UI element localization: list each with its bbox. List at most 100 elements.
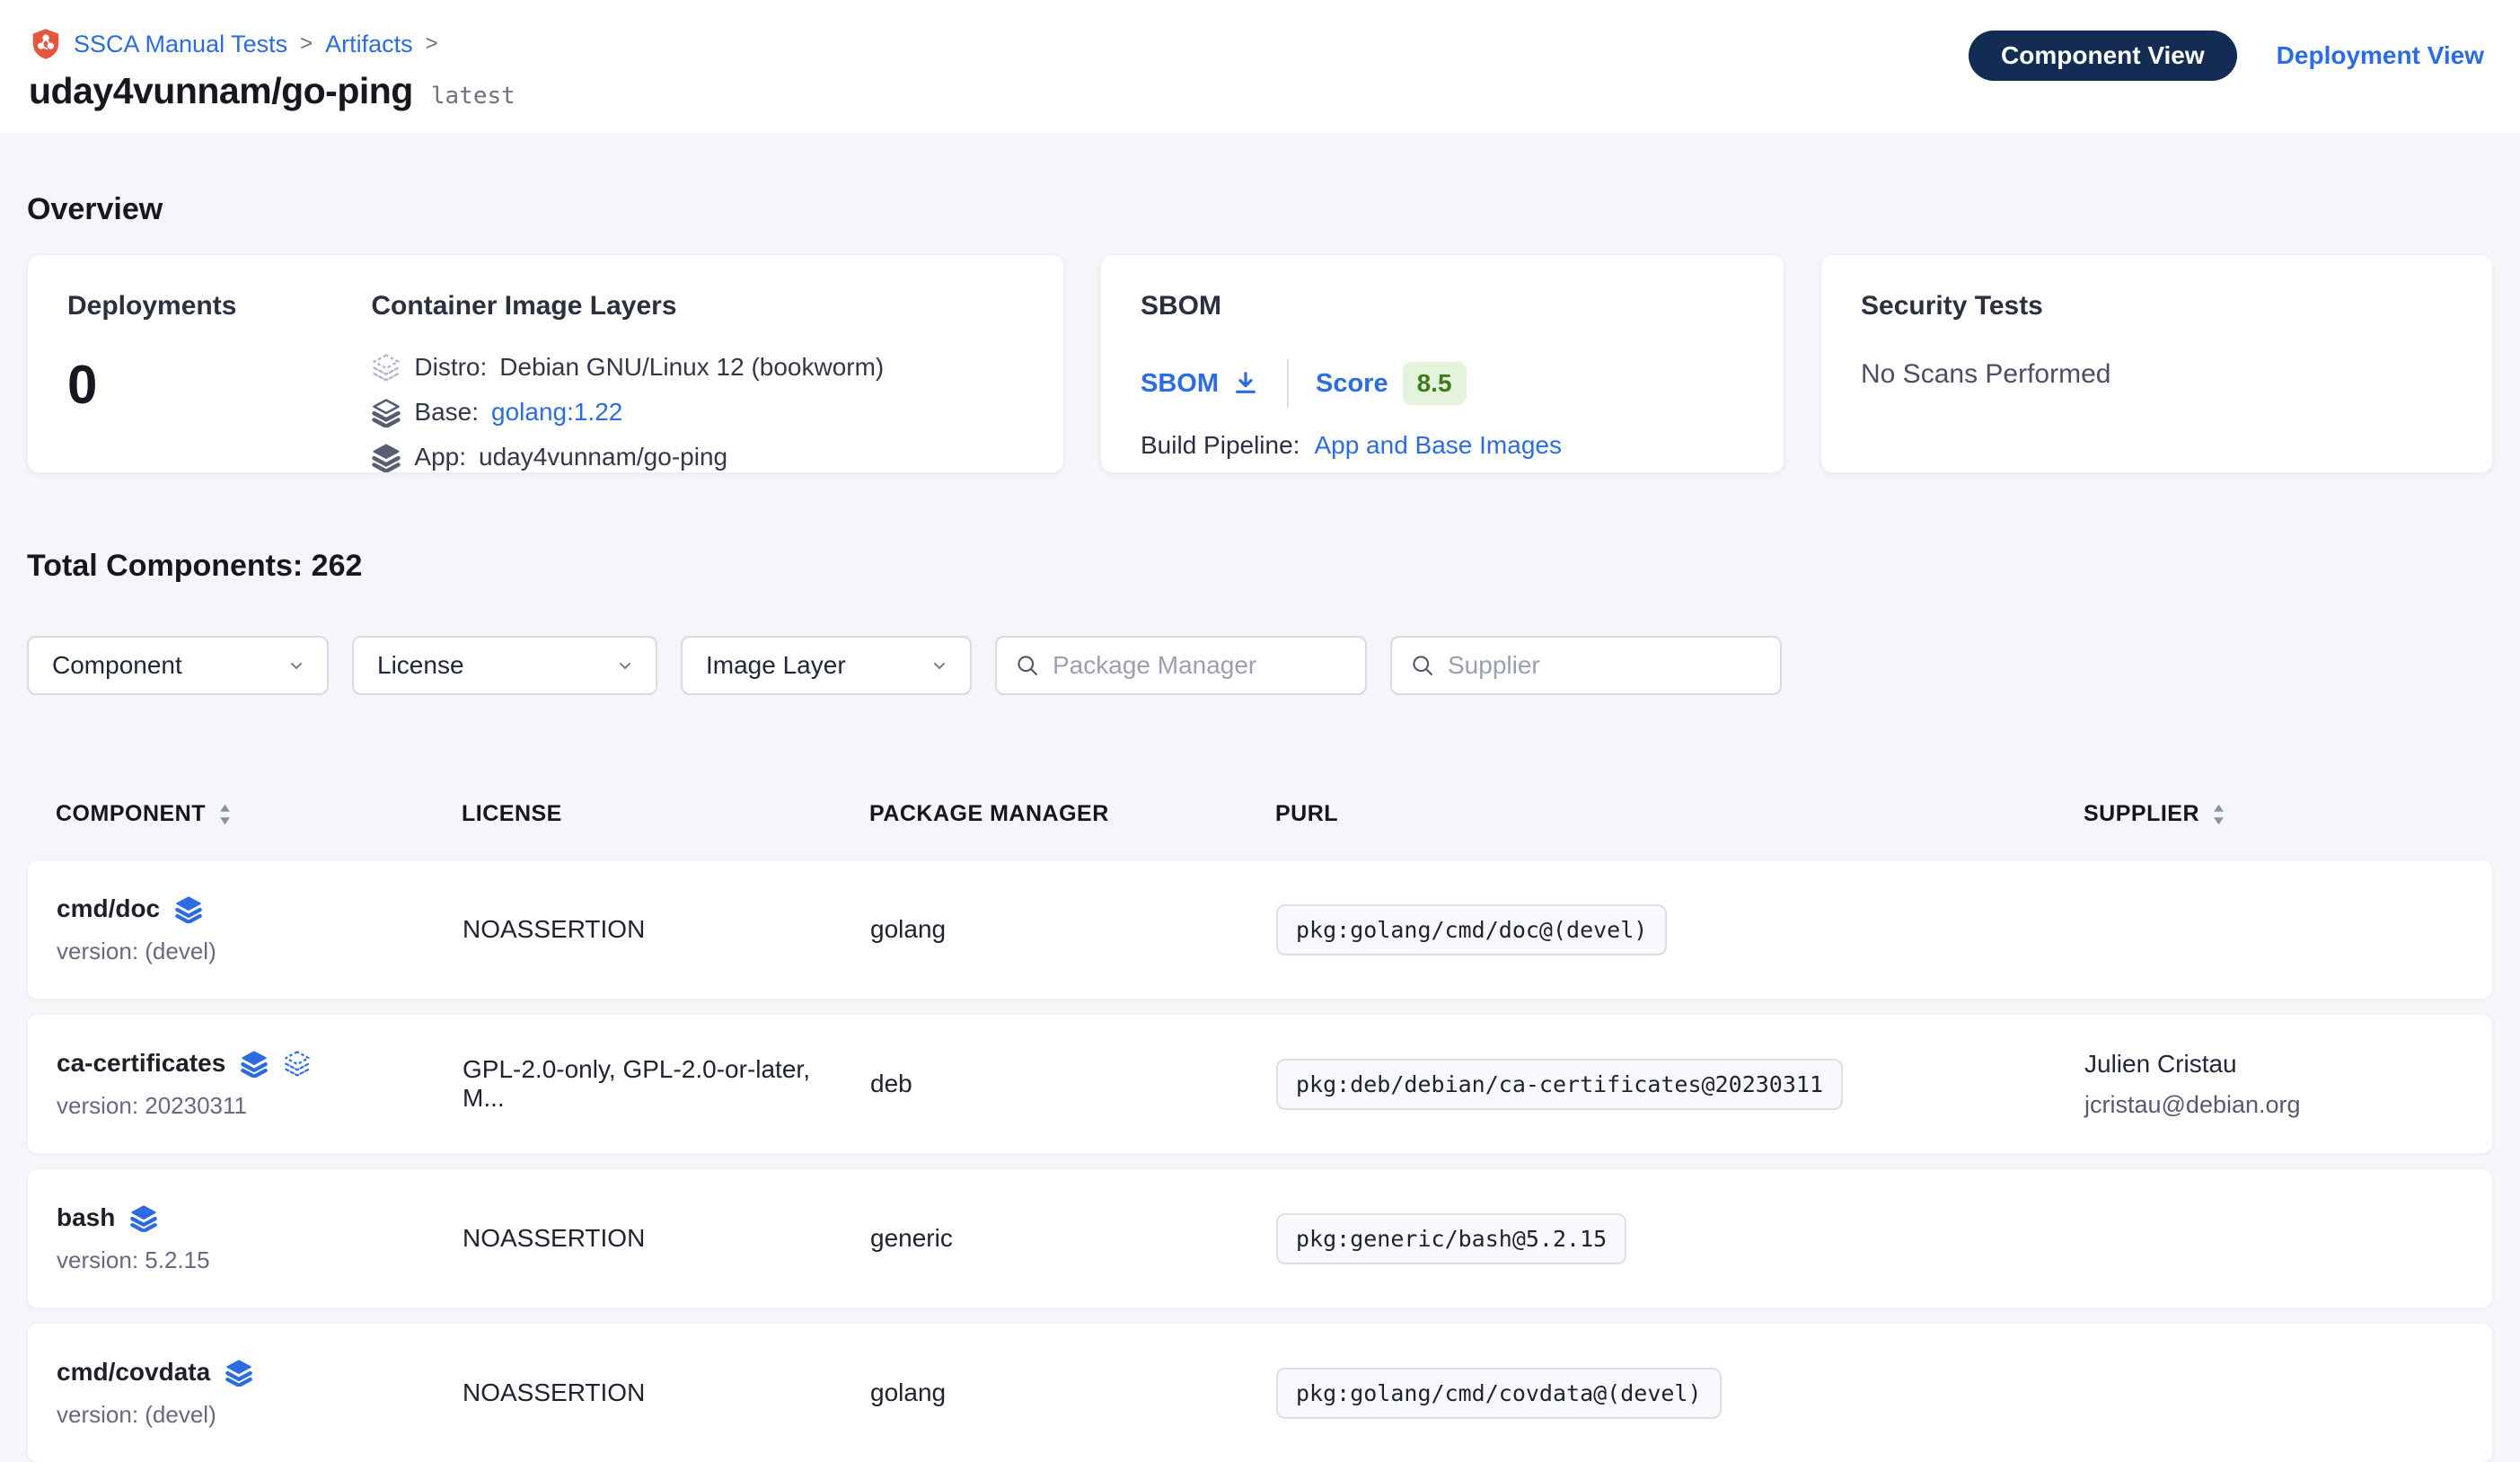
layer-label: Distro: — [414, 353, 487, 382]
sort-icon[interactable] — [218, 804, 232, 825]
layer-row-base: Base: golang:1.22 — [371, 397, 884, 427]
column-label: LICENSE — [462, 801, 562, 827]
component-version: version: 5.2.15 — [57, 1246, 463, 1274]
purl-chip: pkg:generic/bash@5.2.15 — [1276, 1213, 1626, 1264]
security-tests-card: Security Tests No Scans Performed — [1820, 254, 2493, 473]
layers-filled-icon — [371, 442, 401, 472]
column-header-license: LICENSE — [462, 801, 869, 827]
layer-value: Debian GNU/Linux 12 (bookworm) — [499, 353, 884, 382]
sbom-download-link[interactable]: SBOM — [1141, 369, 1260, 399]
breadcrumb-separator: > — [298, 31, 314, 57]
license-filter-dropdown[interactable]: License — [352, 636, 657, 695]
base-image-link[interactable]: golang:1.22 — [491, 398, 622, 427]
image-layers-block: Container Image Layers Distro: Debian GN… — [371, 291, 884, 436]
filter-bar: Component License Image Layer — [27, 636, 2493, 695]
layers-filled-icon — [129, 1203, 158, 1232]
build-pipeline-link[interactable]: App and Base Images — [1314, 431, 1562, 460]
supplier-email: jcristau@debian.org — [2084, 1091, 2492, 1119]
table-row: ca-certificates version: 20230311 GPL-2.… — [27, 1014, 2493, 1154]
component-name: ca-certificates — [57, 1049, 225, 1078]
layer-value: uday4vunnam/go-ping — [479, 443, 727, 471]
license-cell: GPL-2.0-only, GPL-2.0-or-later, M... — [463, 1055, 870, 1113]
sbom-download-label: SBOM — [1141, 369, 1219, 399]
score-label: Score — [1316, 369, 1388, 399]
main-content: Overview Deployments 0 Container Image L… — [0, 133, 2520, 1462]
supplier-name: Julien Cristau — [2084, 1050, 2492, 1079]
search-icon — [1015, 653, 1040, 678]
layer-row-app: App: uday4vunnam/go-ping — [371, 442, 884, 472]
package-manager-cell: deb — [870, 1070, 1276, 1098]
license-cell: NOASSERTION — [463, 1224, 870, 1253]
security-tests-status: No Scans Performed — [1861, 359, 2453, 390]
sort-icon[interactable] — [2212, 804, 2225, 825]
overview-heading: Overview — [27, 133, 2493, 227]
purl-chip: pkg:golang/cmd/doc@(devel) — [1276, 904, 1667, 956]
chevron-down-icon — [286, 655, 307, 676]
column-label: PURL — [1275, 801, 1338, 827]
supplier-cell: Julien Cristau jcristau@debian.org — [2084, 1050, 2492, 1119]
layers-filled-icon — [240, 1049, 269, 1078]
component-version: version: 20230311 — [57, 1092, 463, 1120]
layer-label: App: — [414, 443, 466, 471]
total-components-heading: Total Components: 262 — [27, 549, 2493, 584]
purl-chip: pkg:golang/cmd/covdata@(devel) — [1276, 1368, 1722, 1419]
column-header-purl: PURL — [1275, 801, 2084, 827]
download-icon[interactable] — [1231, 369, 1260, 398]
divider — [1287, 359, 1289, 408]
breadcrumb-project-link[interactable]: SSCA Manual Tests — [74, 31, 287, 58]
package-manager-cell: golang — [870, 1378, 1276, 1407]
column-label: SUPPLIER — [2084, 801, 2199, 827]
artifact-tag: latest — [431, 83, 515, 110]
ssca-shield-icon — [29, 27, 63, 61]
breadcrumb-artifacts-link[interactable]: Artifacts — [325, 31, 413, 58]
column-header-package-manager: PACKAGE MANAGER — [869, 801, 1275, 827]
component-name: bash — [57, 1203, 115, 1232]
sbom-card: SBOM SBOM Score 8.5 Build Pipeline: App … — [1100, 254, 1784, 473]
column-label: COMPONENT — [56, 801, 206, 827]
component-name: cmd/doc — [57, 894, 160, 923]
image-layer-filter-dropdown[interactable]: Image Layer — [681, 636, 972, 695]
layers-dashed-icon — [283, 1049, 312, 1078]
chevron-down-icon — [929, 655, 950, 676]
chevron-down-icon — [614, 655, 636, 676]
column-label: PACKAGE MANAGER — [869, 801, 1109, 827]
layers-half-icon — [371, 397, 401, 427]
table-header: COMPONENT LICENSE PACKAGE MANAGER PURL S… — [27, 801, 2493, 827]
package-manager-cell: generic — [870, 1224, 1276, 1253]
layers-dashed-icon — [371, 352, 401, 383]
package-manager-search — [995, 636, 1367, 695]
supplier-search-input[interactable] — [1448, 651, 1762, 680]
layers-filled-icon — [174, 894, 203, 923]
component-version: version: (devel) — [57, 938, 463, 965]
license-cell: NOASSERTION — [463, 1378, 870, 1407]
sbom-card-title: SBOM — [1141, 291, 1744, 321]
view-toggle: Component View Deployment View — [1969, 31, 2484, 81]
layers-filled-icon — [225, 1358, 253, 1387]
license-cell: NOASSERTION — [463, 915, 870, 944]
deployments-label: Deployments — [67, 291, 236, 321]
dropdown-label: Image Layer — [706, 651, 846, 680]
table-row: bash version: 5.2.15 NOASSERTION generic… — [27, 1168, 2493, 1308]
deployment-view-button[interactable]: Deployment View — [2277, 41, 2484, 70]
security-tests-title: Security Tests — [1861, 291, 2453, 321]
image-layers-label: Container Image Layers — [371, 291, 884, 321]
search-icon — [1410, 653, 1435, 678]
deployments-block: Deployments 0 — [67, 291, 236, 436]
breadcrumb-separator: > — [424, 31, 440, 57]
deployments-layers-card: Deployments 0 Container Image Layers Dis… — [27, 254, 1064, 473]
layer-label: Base: — [414, 398, 479, 427]
build-pipeline-label: Build Pipeline: — [1141, 431, 1300, 460]
component-version: version: (devel) — [57, 1401, 463, 1429]
layer-row-distro: Distro: Debian GNU/Linux 12 (bookworm) — [371, 352, 884, 383]
dropdown-label: License — [377, 651, 464, 680]
package-manager-search-input[interactable] — [1053, 651, 1347, 680]
table-row: cmd/doc version: (devel) NOASSERTION gol… — [27, 859, 2493, 1000]
overview-cards: Deployments 0 Container Image Layers Dis… — [27, 254, 2493, 473]
component-filter-dropdown[interactable]: Component — [27, 636, 329, 695]
component-table-body: cmd/doc version: (devel) NOASSERTION gol… — [27, 859, 2493, 1462]
page-title: uday4vunnam/go-ping — [29, 70, 413, 112]
deployments-count: 0 — [67, 354, 236, 416]
score-badge: 8.5 — [1403, 362, 1467, 405]
table-row: cmd/covdata version: (devel) NOASSERTION… — [27, 1323, 2493, 1462]
component-view-button[interactable]: Component View — [1969, 31, 2237, 81]
